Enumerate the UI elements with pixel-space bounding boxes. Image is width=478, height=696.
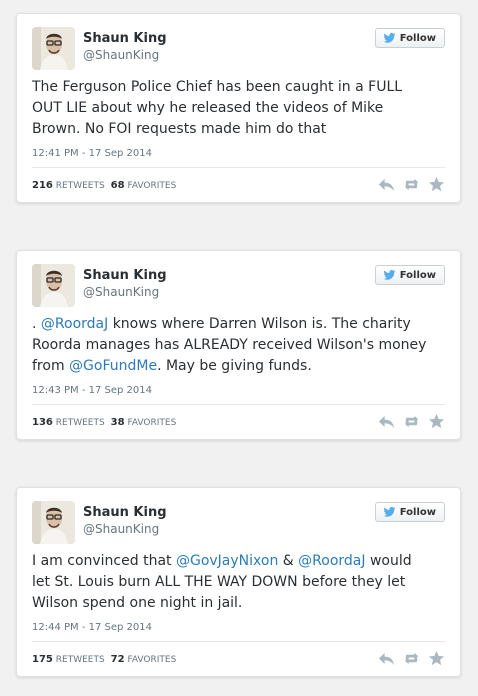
tweet-actions [378,650,445,667]
divider [32,167,445,168]
favorite-star-icon[interactable] [428,176,445,193]
author-handle[interactable]: @ShaunKing [83,48,159,62]
retweet-stat[interactable]: 175 RETWEETS [32,654,105,665]
follow-label: Follow [399,506,436,518]
retweet-count: 175 [32,654,53,665]
tweet-stats: 136 RETWEETS 38 FAVORITES [32,417,176,428]
tweet-text-segment: . May be giving funds. [157,358,312,374]
tweet-text: I am convinced that @GovJayNixon & @Roor… [32,551,432,614]
favorite-star-icon[interactable] [428,650,445,667]
follow-button[interactable]: Follow [374,265,445,285]
tweet-text-segment: I am convinced that [32,553,176,569]
avatar-image [32,501,75,544]
divider [32,404,445,405]
mention-link-roordaj[interactable]: @RoordaJ [41,316,108,332]
avatar[interactable] [32,27,75,70]
tweet-text: The Ferguson Police Chief has been caugh… [32,77,432,140]
tweet-card: Shaun King @ShaunKing Follow . @RoordaJ … [16,250,461,440]
tweet-actions [378,413,445,430]
author-name[interactable]: Shaun King [83,31,167,46]
avatar-image [32,264,75,307]
follow-button[interactable]: Follow [374,502,445,522]
follow-button[interactable]: Follow [374,28,445,48]
twitter-bird-icon [383,507,396,517]
favorite-label: FAVORITES [127,181,177,191]
favorite-star-icon[interactable] [428,413,445,430]
tweet-text-segment: The Ferguson Police Chief has been caugh… [32,79,403,137]
tweet-card: Shaun King @ShaunKing Follow The Ferguso… [16,13,461,203]
mention-link-gofundme[interactable]: @GoFundMe [69,358,157,374]
favorite-label: FAVORITES [127,418,177,428]
favorite-count: 72 [110,654,125,665]
tweet-stats: 216 RETWEETS 68 FAVORITES [32,180,176,191]
retweet-count: 216 [32,180,53,191]
tweet-text-segment: . [32,316,41,332]
retweet-label: RETWEETS [55,181,105,191]
retweet-icon[interactable] [403,413,420,430]
tweet-text-segment: & [278,553,299,569]
mention-link-govjaynixon[interactable]: @GovJayNixon [176,553,278,569]
follow-label: Follow [399,32,436,44]
timestamp[interactable]: 12:41 PM - 17 Sep 2014 [32,148,152,159]
tweet-stats: 175 RETWEETS 72 FAVORITES [32,654,176,665]
follow-label: Follow [399,269,436,281]
retweet-icon[interactable] [403,176,420,193]
retweet-stat[interactable]: 136 RETWEETS [32,417,105,428]
retweet-stat[interactable]: 216 RETWEETS [32,180,105,191]
favorite-count: 38 [110,417,125,428]
author-name[interactable]: Shaun King [83,268,167,283]
tweet-text: . @RoordaJ knows where Darren Wilson is.… [32,314,432,377]
favorite-label: FAVORITES [127,655,177,665]
author-handle[interactable]: @ShaunKing [83,522,159,536]
twitter-bird-icon [383,33,396,43]
favorite-stat[interactable]: 38 FAVORITES [111,417,177,428]
retweet-label: RETWEETS [55,418,105,428]
twitter-bird-icon [383,270,396,280]
tweet-card: Shaun King @ShaunKing Follow I am convin… [16,487,461,677]
author-name[interactable]: Shaun King [83,505,167,520]
favorite-stat[interactable]: 68 FAVORITES [111,180,177,191]
reply-icon[interactable] [378,413,395,430]
reply-icon[interactable] [378,176,395,193]
avatar-image [32,27,75,70]
divider [32,641,445,642]
mention-link-roordaj[interactable]: @RoordaJ [298,553,365,569]
retweet-count: 136 [32,417,53,428]
favorite-stat[interactable]: 72 FAVORITES [111,654,177,665]
tweet-actions [378,176,445,193]
author-handle[interactable]: @ShaunKing [83,285,159,299]
retweet-label: RETWEETS [55,655,105,665]
timestamp[interactable]: 12:44 PM - 17 Sep 2014 [32,622,152,633]
favorite-count: 68 [110,180,125,191]
timestamp[interactable]: 12:43 PM - 17 Sep 2014 [32,385,152,396]
retweet-icon[interactable] [403,650,420,667]
avatar[interactable] [32,264,75,307]
reply-icon[interactable] [378,650,395,667]
avatar[interactable] [32,501,75,544]
